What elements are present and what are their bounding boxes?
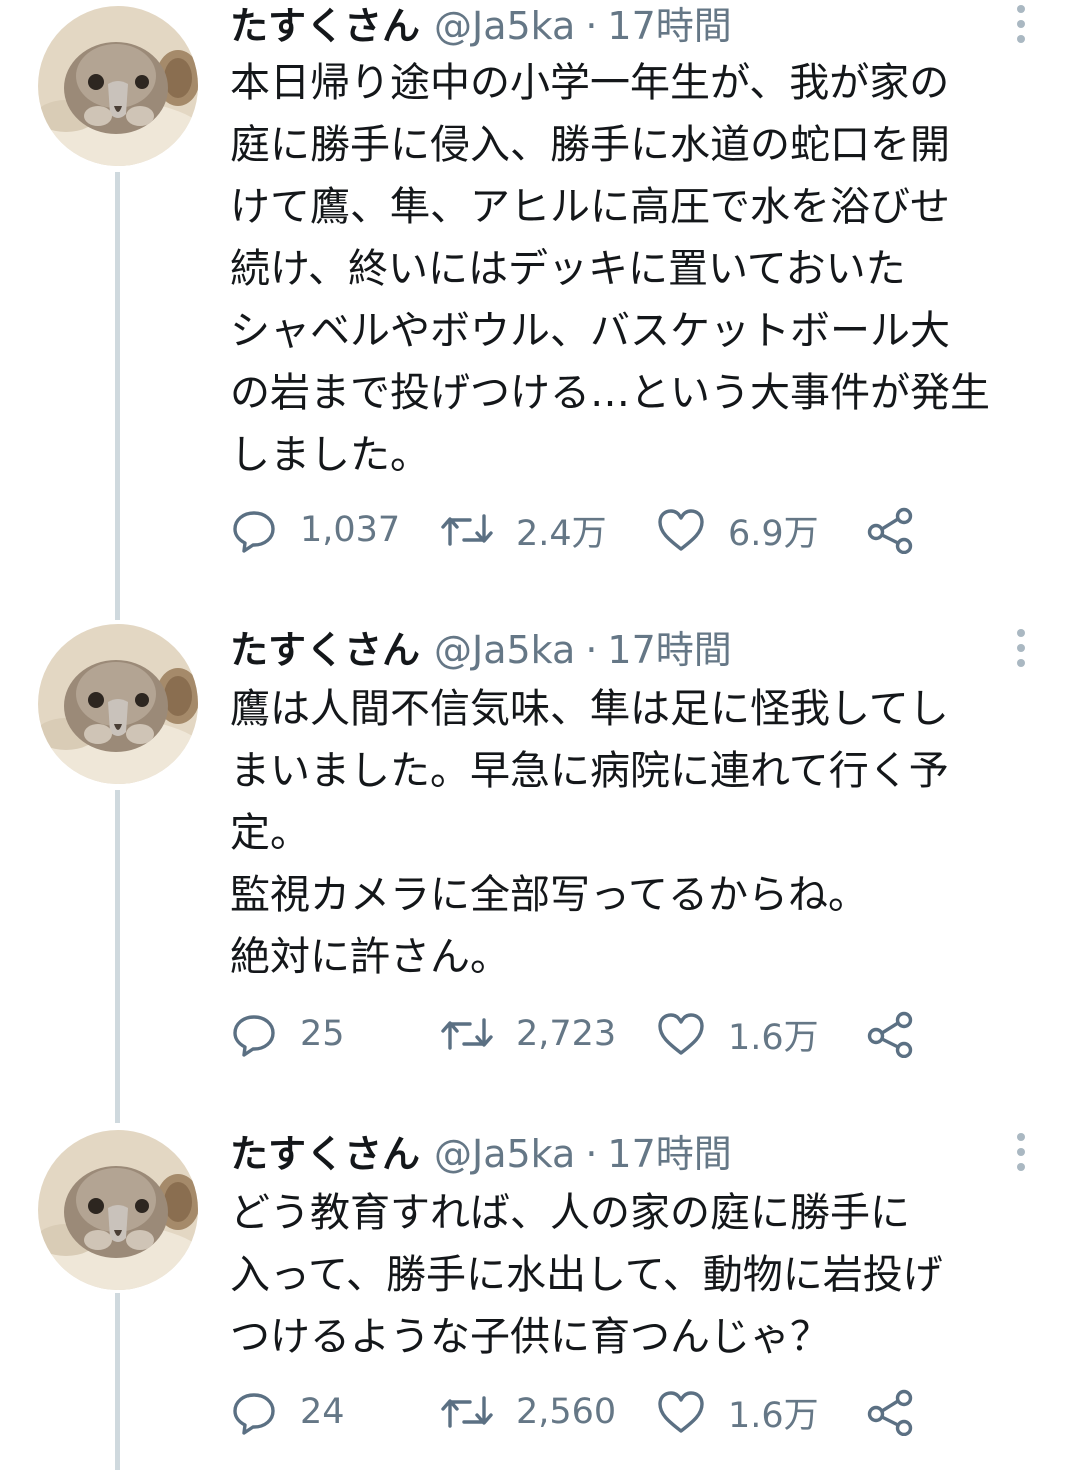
- heart-icon: [656, 1010, 706, 1058]
- timestamp[interactable]: 17時間: [607, 1128, 731, 1180]
- tweet[interactable]: たすくさん @Ja5ka · 17時間 鷹は人間不信気味、隼は足に怪我してし ま…: [0, 624, 1080, 1094]
- like-button[interactable]: 1.6万: [656, 1386, 819, 1438]
- tweet-actions: 25 2,723 1.6万: [230, 1008, 930, 1060]
- retweet-count: 2.4万: [516, 513, 607, 554]
- like-button[interactable]: 6.9万: [656, 504, 819, 556]
- share-icon: [864, 1010, 916, 1058]
- retweet-count: 2,723: [516, 1014, 617, 1054]
- share-button[interactable]: [864, 1386, 916, 1438]
- reply-count: 1,037: [300, 510, 401, 550]
- tweet[interactable]: たすくさん @Ja5ka · 17時間 どう教育すれば、人の家の庭に勝手に 入っ…: [0, 1128, 1080, 1470]
- tweet[interactable]: たすくさん @Ja5ka · 17時間 本日帰り途中の小学一年生が、我が家の 庭…: [0, 0, 1080, 600]
- heart-icon: [656, 1388, 706, 1436]
- retweet-icon: [440, 1010, 494, 1058]
- reply-icon: [230, 1388, 278, 1436]
- reply-icon: [230, 506, 278, 554]
- reply-count: 24: [300, 1392, 345, 1432]
- display-name[interactable]: たすくさん: [230, 624, 420, 676]
- separator-dot: ·: [585, 4, 598, 48]
- timestamp[interactable]: 17時間: [607, 0, 731, 52]
- like-count: 1.6万: [728, 1395, 819, 1436]
- like-button[interactable]: 1.6万: [656, 1008, 819, 1060]
- heart-icon: [656, 506, 706, 554]
- like-count: 6.9万: [728, 513, 819, 554]
- separator-dot: ·: [585, 628, 598, 672]
- avatar[interactable]: [38, 624, 198, 784]
- retweet-count: 2,560: [516, 1392, 617, 1432]
- retweet-button[interactable]: 2.4万: [440, 504, 607, 556]
- retweet-icon: [440, 506, 494, 554]
- user-handle[interactable]: @Ja5ka: [434, 1128, 575, 1180]
- avatar[interactable]: [38, 6, 198, 166]
- separator-dot: ·: [585, 1132, 598, 1176]
- user-handle[interactable]: @Ja5ka: [434, 0, 575, 52]
- share-icon: [864, 1388, 916, 1436]
- like-count: 1.6万: [728, 1017, 819, 1058]
- tweet-actions: 1,037 2.4万 6.9万: [230, 504, 930, 556]
- reply-icon: [230, 1010, 278, 1058]
- more-vertical-icon[interactable]: [1006, 2, 1036, 46]
- more-vertical-icon[interactable]: [1006, 1130, 1036, 1174]
- tweet-text: 鷹は人間不信気味、隼は足に怪我してし まいました。早急に病院に連れて行く予 定。…: [230, 686, 949, 980]
- reply-count: 25: [300, 1014, 345, 1054]
- reply-button[interactable]: 24: [230, 1386, 345, 1438]
- user-handle[interactable]: @Ja5ka: [434, 624, 575, 676]
- timestamp[interactable]: 17時間: [607, 624, 731, 676]
- display-name[interactable]: たすくさん: [230, 0, 420, 52]
- retweet-icon: [440, 1388, 494, 1436]
- share-icon: [864, 506, 916, 554]
- share-button[interactable]: [864, 504, 916, 556]
- display-name[interactable]: たすくさん: [230, 1128, 420, 1180]
- tweet-text: 本日帰り途中の小学一年生が、我が家の 庭に勝手に侵入、勝手に水道の蛇口を開 けて…: [230, 60, 990, 478]
- reply-button[interactable]: 1,037: [230, 504, 400, 556]
- tweet-text: どう教育すれば、人の家の庭に勝手に 入って、勝手に水出して、動物に岩投げ つける…: [230, 1190, 943, 1360]
- tweet-actions: 24 2,560 1.6万: [230, 1386, 930, 1438]
- reply-button[interactable]: 25: [230, 1008, 345, 1060]
- more-vertical-icon[interactable]: [1006, 626, 1036, 670]
- retweet-button[interactable]: 2,560: [440, 1386, 616, 1438]
- avatar[interactable]: [38, 1130, 198, 1290]
- retweet-button[interactable]: 2,723: [440, 1008, 616, 1060]
- share-button[interactable]: [864, 1008, 916, 1060]
